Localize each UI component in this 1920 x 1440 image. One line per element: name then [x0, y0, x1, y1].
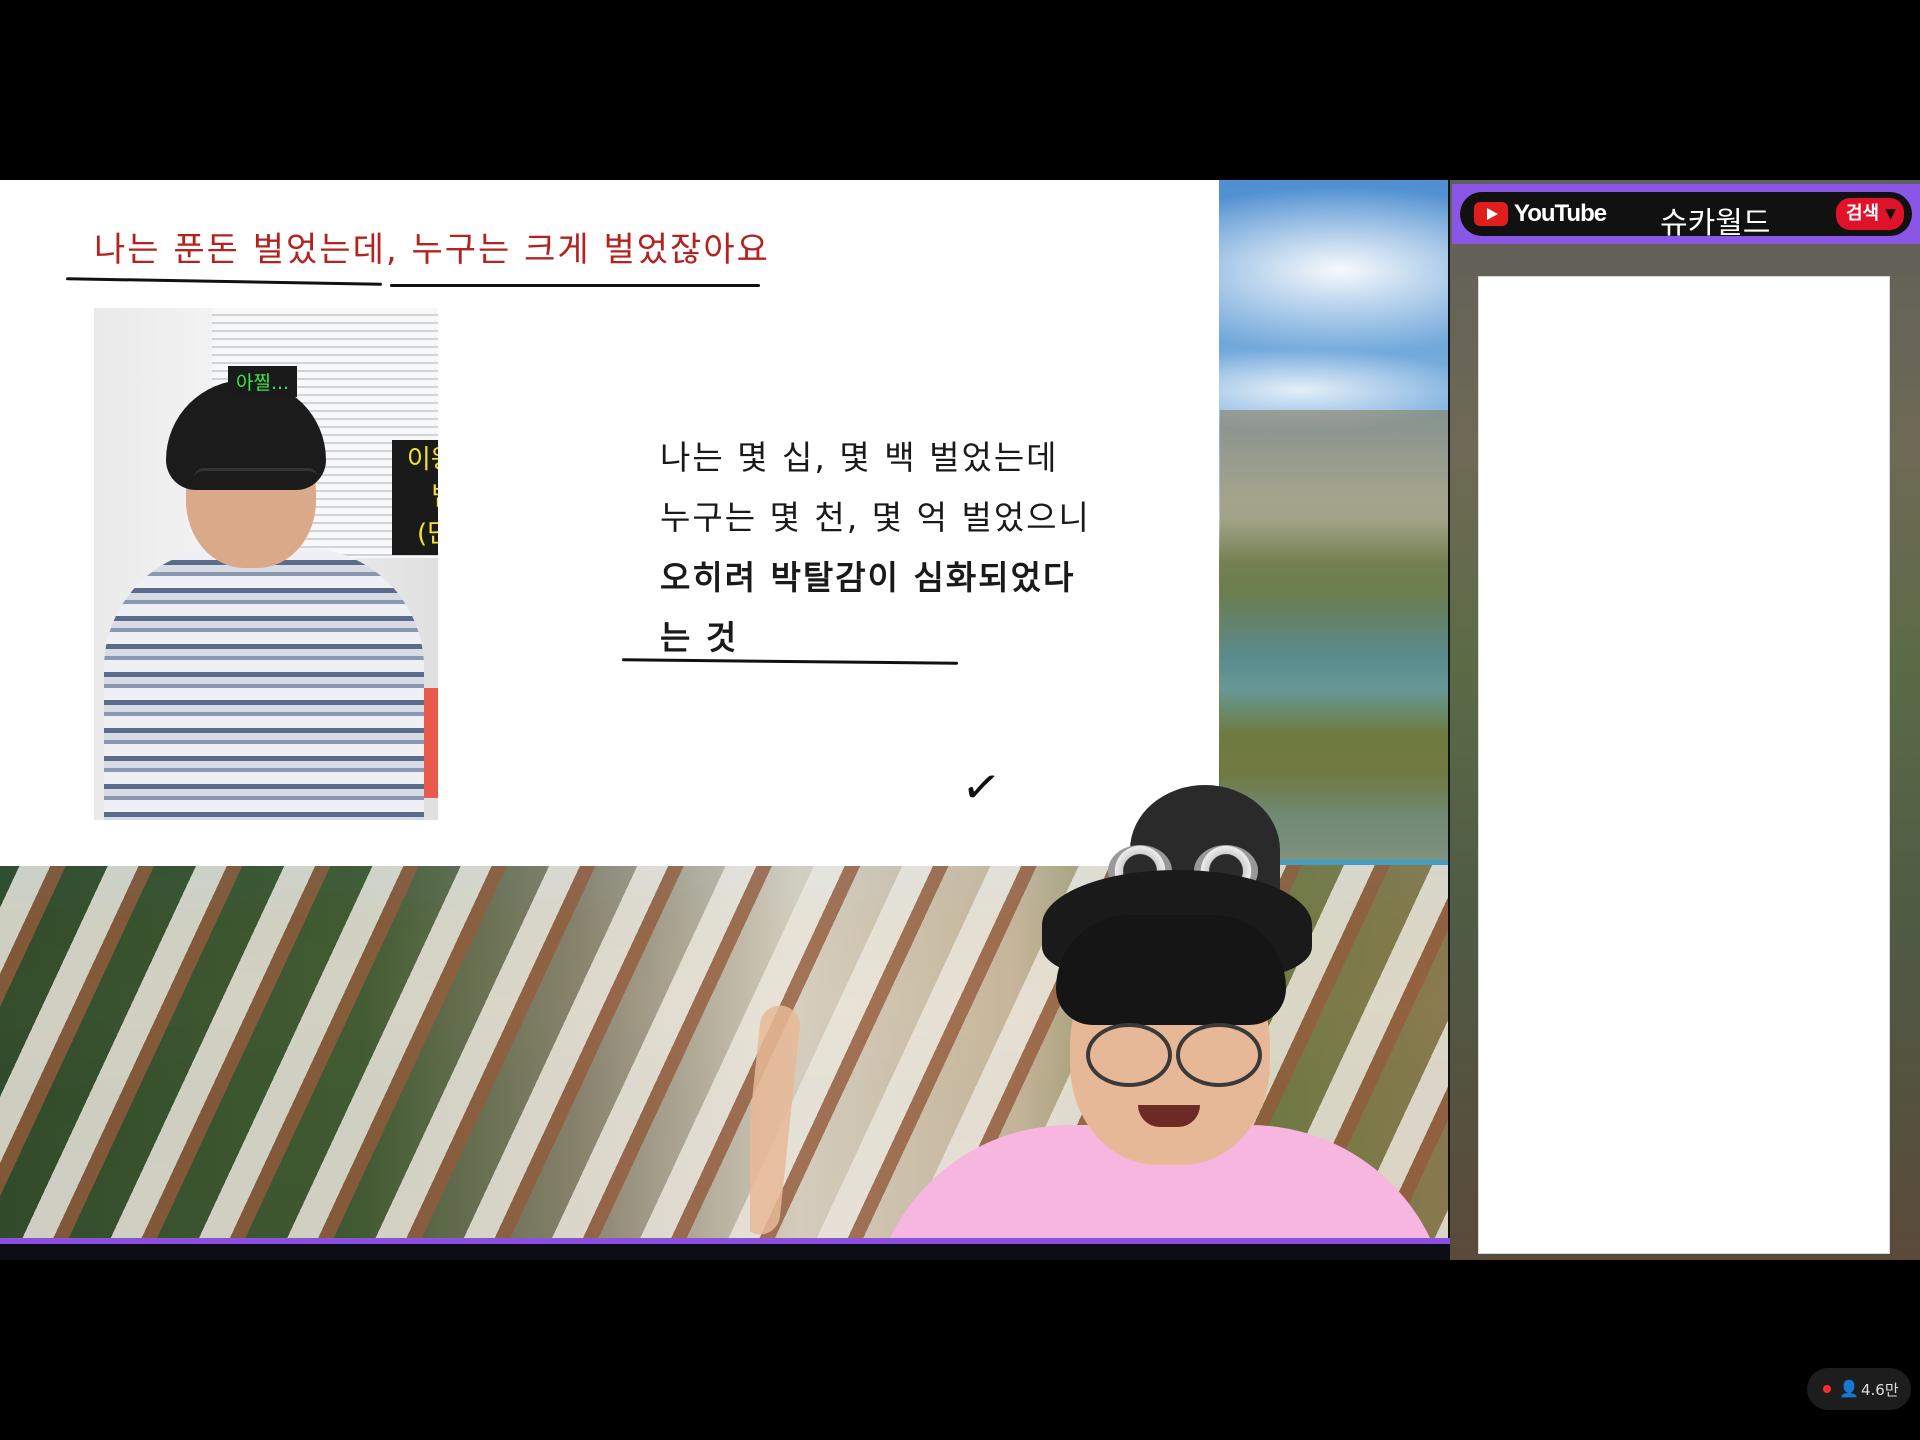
presentation-slide: 나는 푼돈 벌었는데, 누구는 크게 벌었잖아요 아찔... 이왕 이렇게 된 …: [0, 180, 1219, 866]
search-inner: YouTube 슈카월드 검색: [1460, 192, 1912, 241]
search-button: 검색: [1836, 198, 1904, 230]
slide-body-text: 나는 몇 십, 몇 백 벌었는데 누구는 몇 천, 몇 억 벌었으니 오히려 박…: [660, 428, 1091, 668]
heading-underline-right: [390, 284, 760, 287]
live-dot-icon: [1823, 1385, 1831, 1393]
viewer-count: 4.6만: [1861, 1381, 1899, 1399]
body-line: 누구는 몇 천, 몇 억 벌었으니: [660, 498, 1091, 537]
interviewee-shirt: [104, 548, 424, 820]
blank-panel: [1478, 276, 1890, 1254]
body-line: 나는 몇 십, 몇 백 벌었는데: [660, 438, 1059, 477]
interviewee-glasses: [194, 468, 318, 501]
youtube-brand: YouTube: [1514, 200, 1607, 227]
slide-heading: 나는 푼돈 벌었는데, 누구는 크게 벌었잖아요: [94, 230, 770, 270]
caption-yellow-line: 법인자금으로: [396, 479, 438, 516]
bottom-strip: [0, 1244, 1450, 1260]
caption-yellow: 이왕 이렇게 된 거 법인자금으로 (단타나 치시죠): [392, 440, 438, 555]
streamer-camera: [750, 785, 1470, 1260]
streamer-hair: [1056, 915, 1286, 1025]
caption-yellow-line: 이왕 이렇게 된 거: [406, 445, 438, 475]
streamer-glasses: [1068, 1023, 1268, 1087]
caption-small: 아찔...: [228, 366, 298, 397]
youtube-logo-icon: [1474, 202, 1508, 226]
heading-underline-left: [65, 277, 383, 286]
caption-yellow-line: (단타나 치시죠): [416, 519, 438, 549]
person-icon: 👤: [1839, 1379, 1859, 1398]
video-frame[interactable]: 나는 푼돈 벌었는데, 누구는 크게 벌었잖아요 아찔... 이왕 이렇게 된 …: [0, 180, 1920, 1260]
interview-photo: 아찔... 이왕 이렇게 된 거 법인자금으로 (단타나 치시죠): [94, 308, 438, 820]
youtube-search-widget: YouTube 슈카월드 검색: [1452, 184, 1920, 244]
viewer-count-badge[interactable]: 👤 4.6만: [1807, 1368, 1911, 1410]
search-query: 슈카월드: [1660, 206, 1771, 241]
streamer-hand: [750, 1003, 802, 1237]
body-line-bold: 오히려 박탈감이 심화되었다: [660, 558, 1076, 597]
